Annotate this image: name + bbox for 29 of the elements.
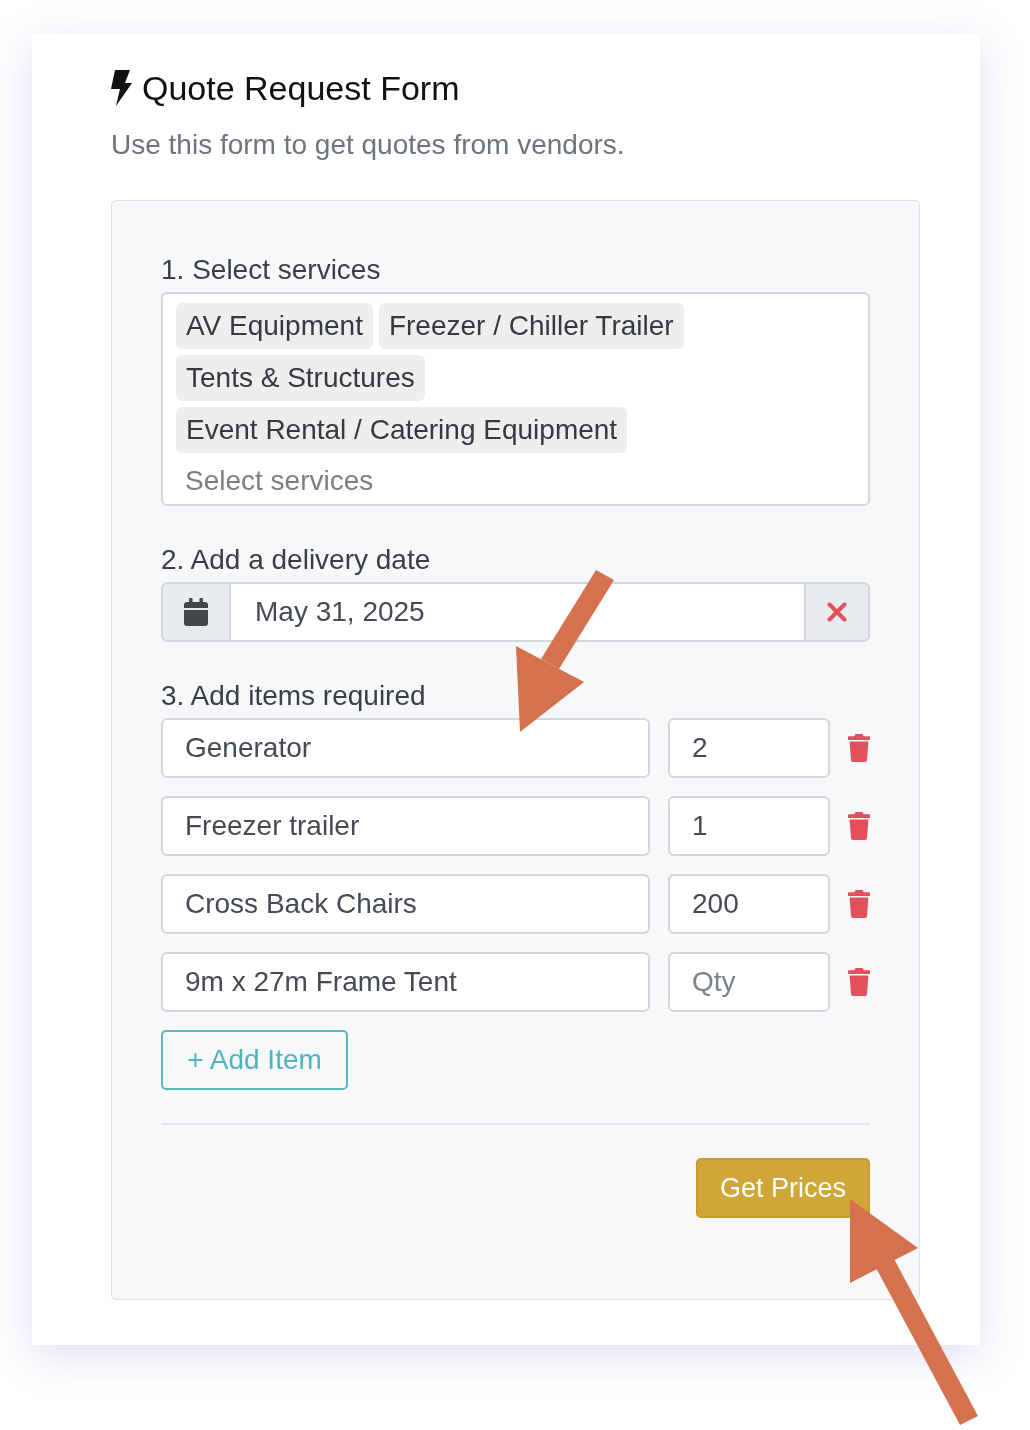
trash-icon[interactable]: [848, 890, 870, 918]
lightning-icon: [110, 70, 132, 106]
form-title: Quote Request Form: [142, 68, 460, 108]
trash-icon[interactable]: [848, 734, 870, 762]
date-input[interactable]: May 31, 2025: [231, 582, 804, 642]
calendar-button[interactable]: [161, 582, 231, 642]
item-name-input[interactable]: Cross Back Chairs: [161, 874, 650, 934]
service-tag[interactable]: AV Equipment: [176, 303, 373, 349]
field-label: 3. Add items required: [161, 680, 427, 712]
trash-icon[interactable]: [848, 968, 870, 996]
quantity-input[interactable]: Qty: [668, 952, 830, 1012]
services-select[interactable]: AV Equipment Freezer / Chiller Trailer Tents & Structures Event Rental / Catering Equipment Select services: [161, 292, 870, 506]
form-subtitle: Use this form to get quotes from vendors.: [111, 128, 626, 162]
quantity-input[interactable]: 1: [668, 796, 830, 856]
service-tag[interactable]: Freezer / Chiller Trailer: [378, 303, 684, 349]
item-name-input[interactable]: 9m x 27m Frame Tent: [161, 952, 650, 1012]
field-label: 2. Add a delivery date: [161, 544, 432, 576]
services-search-input[interactable]: Select services: [176, 459, 856, 503]
service-tag[interactable]: Event Rental / Catering Equipment: [176, 407, 628, 453]
item-name-input[interactable]: Freezer trailer: [161, 796, 650, 856]
clear-date-button[interactable]: [804, 582, 870, 642]
quantity-input[interactable]: 2: [668, 718, 830, 778]
close-icon: [827, 602, 847, 622]
field-label: 1. Select services: [161, 254, 382, 286]
trash-icon[interactable]: [848, 812, 870, 840]
quantity-input[interactable]: 200: [668, 874, 830, 934]
item-name-input[interactable]: Generator: [161, 718, 650, 778]
calendar-icon: [184, 598, 208, 626]
service-tag[interactable]: Tents & Structures: [176, 355, 425, 401]
